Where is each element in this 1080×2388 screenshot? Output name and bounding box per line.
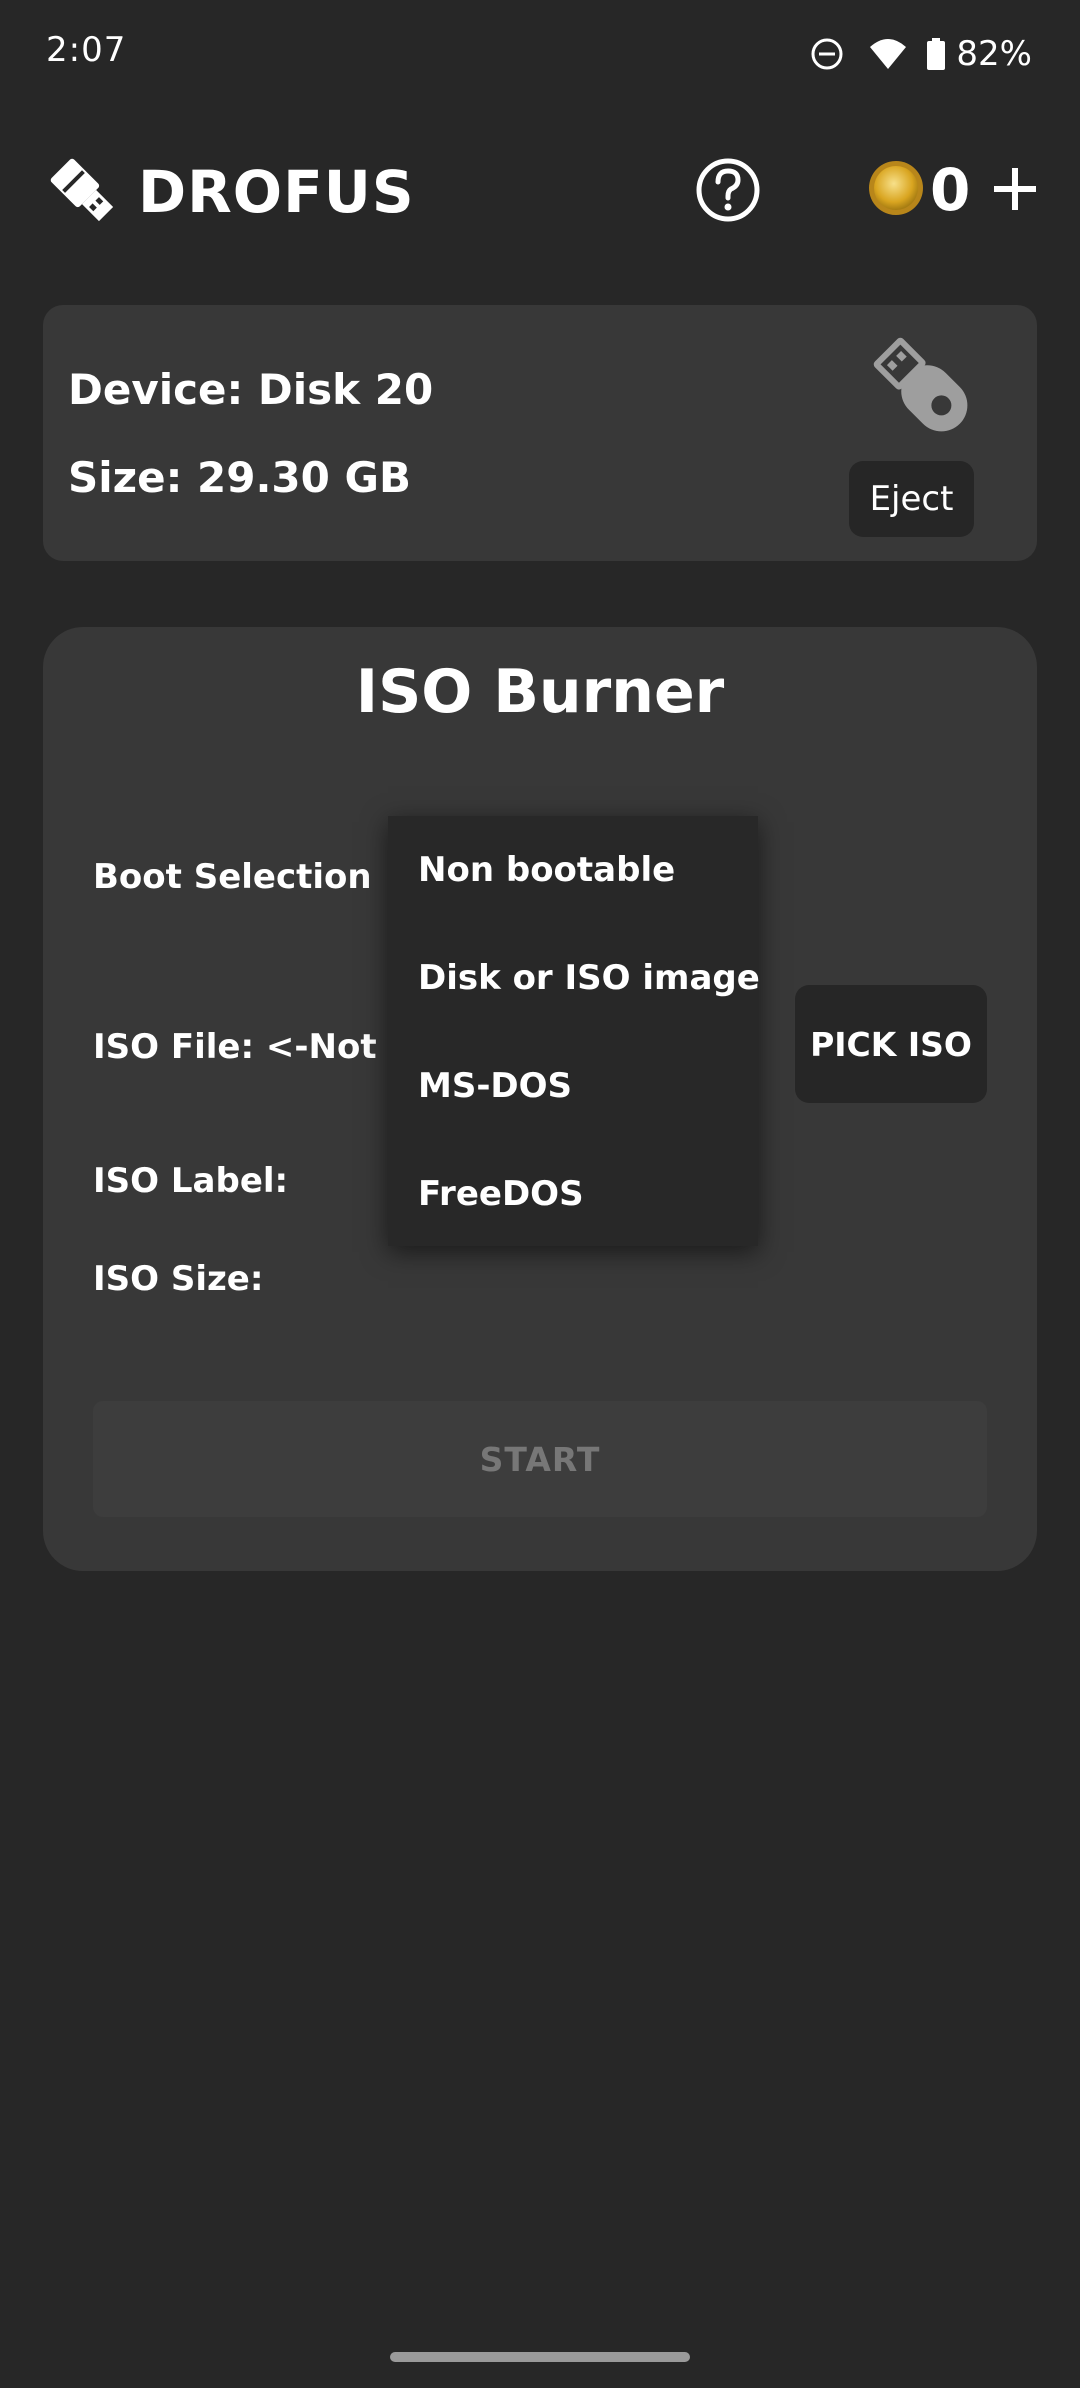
start-button[interactable]: START [93,1401,987,1517]
gesture-nav-bar[interactable] [390,2352,690,2362]
device-size: Size: 29.30 GB [68,453,411,502]
menu-item-non-bootable[interactable]: Non bootable [388,816,758,924]
boot-selection-menu: Non bootable Disk or ISO image MS-DOS Fr… [388,816,760,1248]
boot-selection-label: Boot Selection [93,857,372,897]
iso-file-label: ISO File: <-Not Se [93,1027,436,1067]
iso-label-label: ISO Label: [93,1161,289,1201]
app-title: DROFUS [138,158,415,226]
help-button[interactable] [694,156,762,224]
usb-drive-icon [44,152,120,232]
iso-burner-title: ISO Burner [355,657,725,727]
coin-icon [868,160,924,220]
add-coins-button[interactable] [980,154,1050,224]
eject-button[interactable]: Eject [849,461,974,537]
screen: 2:07 82% DROFUS 0 Device: Disk 20 Size: … [0,0,1080,2388]
do-not-disturb-icon [810,37,844,71]
wifi-icon [868,37,908,71]
menu-item-freedos[interactable]: FreeDOS [388,1140,758,1248]
coin-count: 0 [930,156,971,224]
usb-drive-icon [863,327,983,447]
battery-icon [926,37,946,71]
status-icons: 82% [810,30,1032,78]
status-time: 2:07 [46,30,127,70]
menu-item-ms-dos[interactable]: MS-DOS [388,1032,758,1140]
help-icon [696,158,760,222]
battery-percent: 82% [956,34,1032,74]
iso-size-label: ISO Size: [93,1259,264,1299]
app-header: DROFUS [44,146,415,238]
pick-iso-button[interactable]: PICK ISO [795,985,987,1103]
coin-balance: 0 [868,152,970,228]
device-card: Device: Disk 20 Size: 29.30 GB Eject [43,305,1037,561]
device-name: Device: Disk 20 [68,365,434,414]
plus-icon [994,168,1036,210]
menu-item-disk-or-iso-image[interactable]: Disk or ISO image [388,924,760,1032]
